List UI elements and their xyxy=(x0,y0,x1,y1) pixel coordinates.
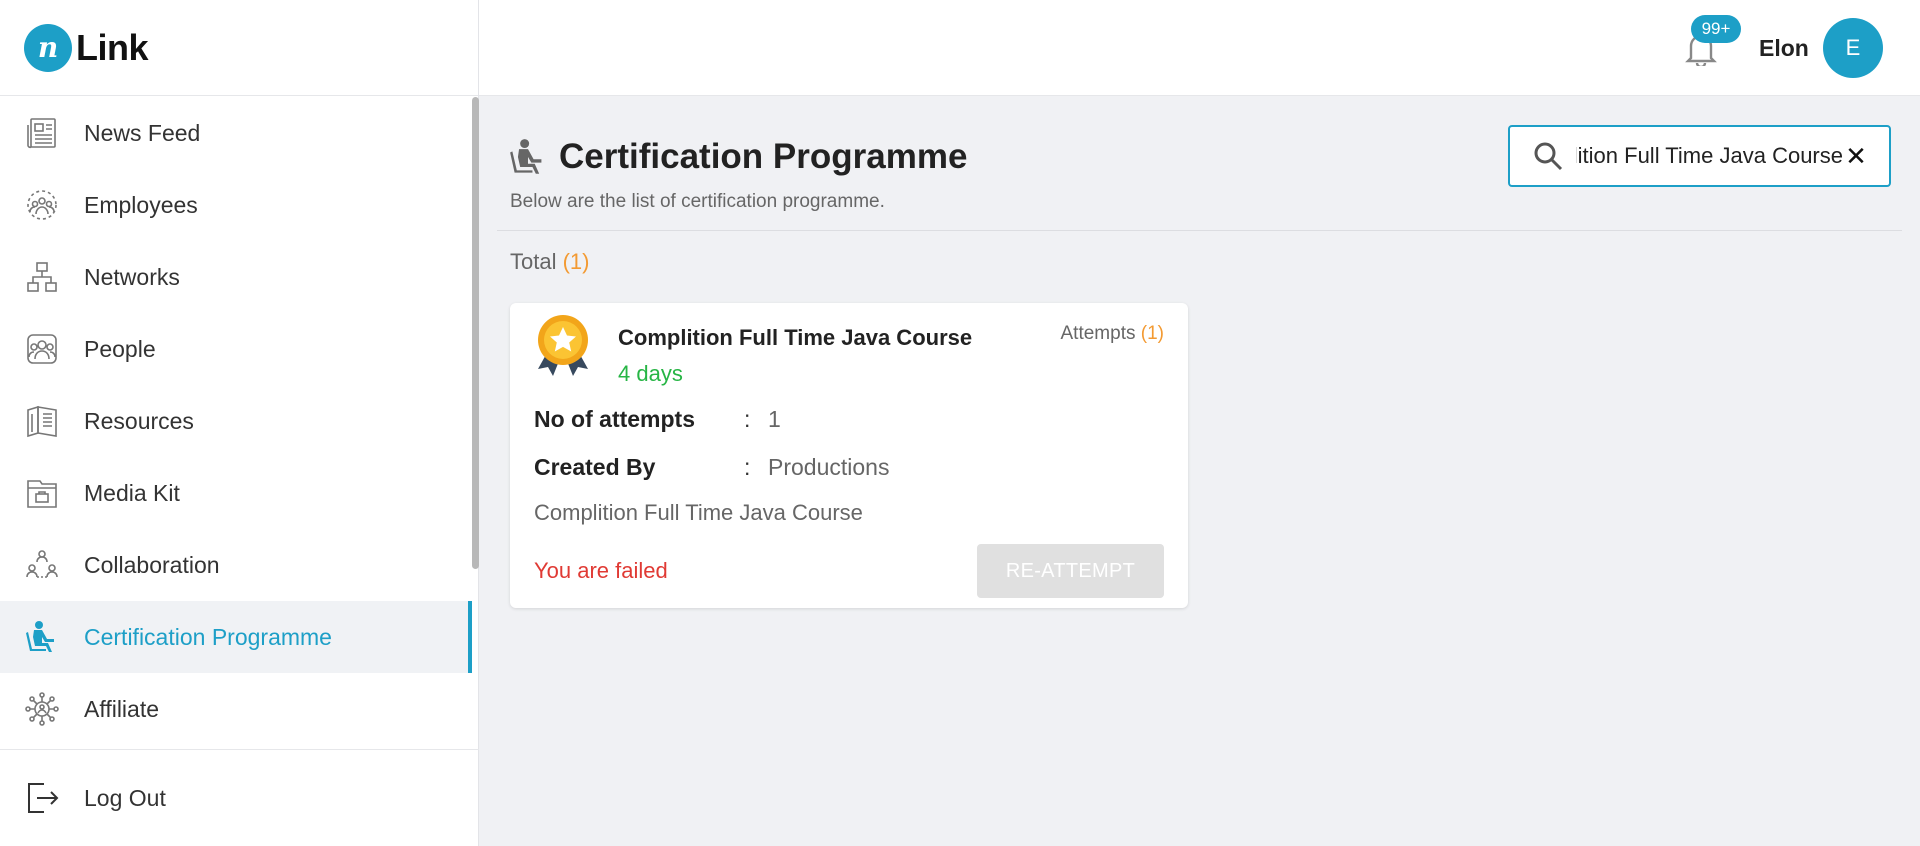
total-value: (1) xyxy=(562,249,590,274)
sidebar-item-label: Affiliate xyxy=(84,695,160,722)
app-logo[interactable]: n Link xyxy=(0,0,478,96)
sidebar-item-news-feed[interactable]: News Feed xyxy=(0,97,472,169)
sidebar-item-label: News Feed xyxy=(84,119,201,146)
card-title: Complition Full Time Java Course xyxy=(618,325,973,350)
attempts-count: (1) xyxy=(1140,323,1164,344)
search-field-value[interactable]: Complition Full Time Java Course xyxy=(1576,143,1843,169)
sidebar-item-label: Certification Programme xyxy=(84,623,332,650)
card-description: Complition Full Time Java Course xyxy=(534,500,863,525)
main-content: Certification Programme Below are the li… xyxy=(479,97,1920,846)
sidebar-item-resources[interactable]: Resources xyxy=(0,385,472,457)
sidebar-item-people[interactable]: People xyxy=(0,313,472,385)
sidebar-item-label: Networks xyxy=(84,263,180,290)
certification-icon xyxy=(509,138,547,176)
created-by-label: Created By xyxy=(534,454,656,480)
logout-icon xyxy=(24,780,60,816)
avatar[interactable]: E xyxy=(1823,18,1883,78)
separator: : xyxy=(744,454,751,480)
sidebar-item-certification-programme[interactable]: Certification Programme xyxy=(0,601,472,673)
affiliate-icon xyxy=(24,691,60,727)
no-of-attempts-label: No of attempts xyxy=(534,406,695,432)
re-attempt-button[interactable]: RE-ATTEMPT xyxy=(977,544,1164,598)
close-icon[interactable]: ✕ xyxy=(1843,143,1869,169)
sidebar: n Link News Feed Employees Networks Peop… xyxy=(0,0,479,846)
media-kit-icon xyxy=(24,475,60,511)
page-subtitle: Below are the list of certification prog… xyxy=(510,191,885,212)
sidebar-item-label: Collaboration xyxy=(84,551,220,578)
collaboration-icon xyxy=(24,547,60,583)
logo-text: Link xyxy=(76,26,149,68)
no-of-attempts-row: No of attempts : 1 xyxy=(534,406,781,433)
logout-button[interactable]: Log Out xyxy=(0,749,479,846)
created-by-value: Productions xyxy=(768,454,890,480)
sidebar-item-label: Employees xyxy=(84,191,198,218)
total-label: Total xyxy=(510,249,557,274)
created-by-row: Created By : Productions xyxy=(534,454,889,481)
sidebar-item-employees[interactable]: Employees xyxy=(0,169,472,241)
sidebar-item-label: Media Kit xyxy=(84,479,180,506)
search-input[interactable]: Complition Full Time Java Course ✕ xyxy=(1508,125,1891,187)
certification-card[interactable]: Complition Full Time Java Course 4 days … xyxy=(510,303,1188,608)
sidebar-item-label: People xyxy=(84,335,156,362)
sidebar-scrollbar[interactable] xyxy=(472,97,479,569)
news-feed-icon xyxy=(24,115,60,151)
no-of-attempts-value: 1 xyxy=(768,406,781,432)
sidebar-item-networks[interactable]: Networks xyxy=(0,241,472,313)
attempts-label: Attempts xyxy=(1060,323,1136,344)
networks-icon xyxy=(24,259,60,295)
top-header: 99+ Elon E xyxy=(479,0,1920,96)
people-icon xyxy=(24,331,60,367)
sidebar-item-media-kit[interactable]: Media Kit xyxy=(0,457,472,529)
sidebar-item-affiliate[interactable]: Affiliate xyxy=(0,673,472,745)
sidebar-nav: News Feed Employees Networks People Reso… xyxy=(0,97,472,749)
card-duration: 4 days xyxy=(618,361,683,386)
employees-icon xyxy=(24,187,60,223)
certification-icon xyxy=(24,619,60,655)
logo-mark: n xyxy=(24,23,72,72)
search-icon xyxy=(1532,140,1564,172)
attempts-summary: Attempts (1) xyxy=(1061,323,1165,345)
sidebar-item-label: Resources xyxy=(84,407,194,434)
user-name[interactable]: Elon xyxy=(1759,35,1809,62)
divider xyxy=(497,230,1902,231)
total-count: Total (1) xyxy=(510,249,590,275)
medal-icon xyxy=(534,313,592,377)
resources-icon xyxy=(24,403,60,439)
notification-badge[interactable]: 99+ xyxy=(1691,15,1741,43)
status-text: You are failed xyxy=(534,558,668,583)
sidebar-item-collaboration[interactable]: Collaboration xyxy=(0,529,472,601)
separator: : xyxy=(744,406,751,432)
page-title: Certification Programme xyxy=(559,137,968,176)
page-title-row: Certification Programme xyxy=(509,137,967,177)
logout-label: Log Out xyxy=(84,784,166,811)
